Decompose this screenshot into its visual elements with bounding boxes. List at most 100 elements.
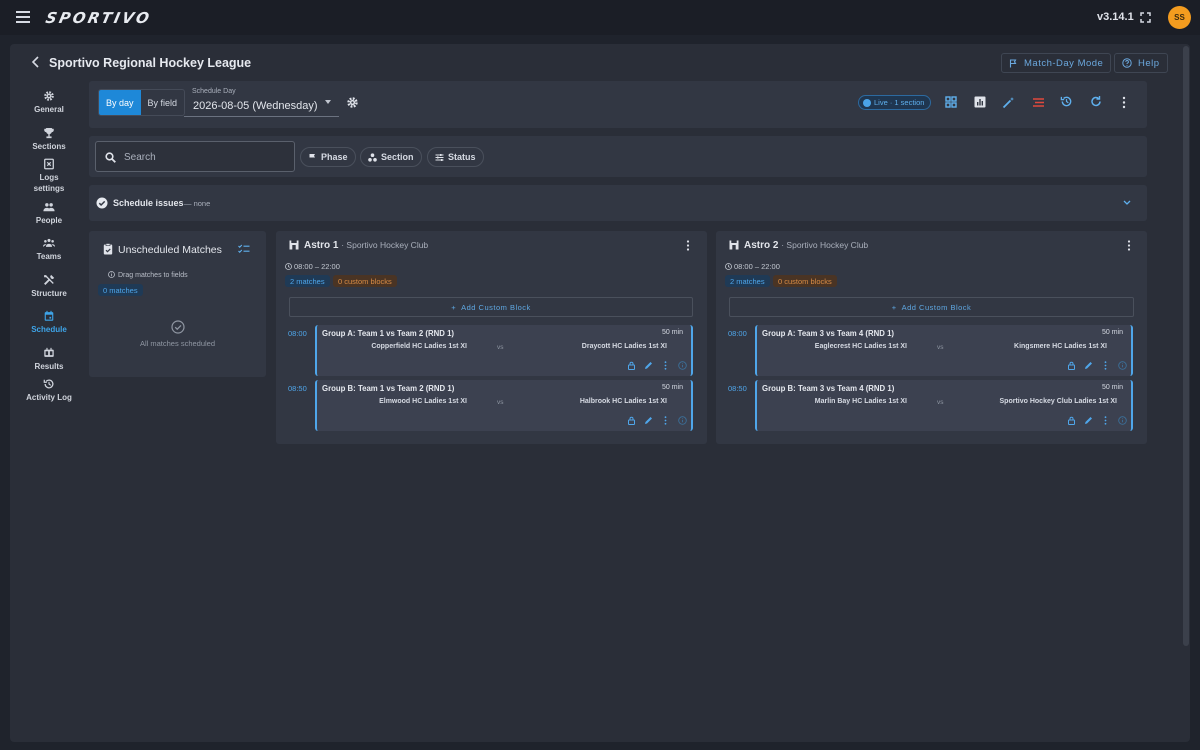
sidebar-item-label: General [34,105,64,114]
menu-icon[interactable] [16,11,30,23]
more-vert-icon[interactable] [685,240,691,251]
grid-view-icon[interactable] [945,96,957,108]
search-icon [105,152,116,163]
vs-label: vs [497,399,504,406]
add-custom-block-button[interactable]: + Add Custom Block [729,297,1134,317]
scrollbar[interactable] [1183,46,1189,646]
sidebar-item-label: Activity Log [26,393,72,402]
lock-icon[interactable] [1067,416,1076,425]
unscheduled-count-badge: 0 matches [98,284,143,296]
more-vert-icon[interactable] [1101,361,1110,370]
match-card[interactable]: Group A: Team 1 vs Team 2 (RND 1) 50 min… [315,325,693,376]
all-scheduled-text: All matches scheduled [139,339,216,348]
add-custom-block-label: Add Custom Block [461,302,531,312]
home-team: Marlin Bay HC Ladies 1st XI [814,398,907,405]
settings-gear-icon[interactable] [346,96,359,109]
sidebar-item-schedule[interactable]: Schedule [26,310,72,335]
edit-icon[interactable] [1084,416,1093,425]
user-avatar[interactable]: SS [1168,6,1191,29]
section-filter-chip[interactable]: Section [360,147,422,167]
match-card[interactable]: Group A: Team 3 vs Team 4 (RND 1) 50 min… [755,325,1133,376]
sidebar-item-teams[interactable]: Teams [26,237,72,262]
live-status-chip[interactable]: Live · 1 section [858,95,932,110]
edit-icon[interactable] [644,416,653,425]
away-team: Sportivo Hockey Club Ladies 1st XI [999,398,1117,405]
app-logo: SPORTIVO [44,9,154,27]
view-by-day-button[interactable]: By day [99,90,141,115]
logs-icon [44,158,54,170]
field-custom-blocks-badge: 0 custom blocks [333,275,397,287]
schedule-issues-summary: — none [184,199,211,208]
sidebar-item-label: People [35,216,63,225]
lock-icon[interactable] [627,416,636,425]
clock-icon [285,263,292,270]
check-circle-icon [96,197,108,209]
sidebar-item-structure[interactable]: Structure [26,274,72,299]
schedule-day-value: 2026-08-05 (Wednesday) [193,100,318,112]
add-custom-block-button[interactable]: + Add Custom Block [289,297,693,317]
live-status-label: Live · 1 section [874,98,925,107]
field-club: · Sportivo Hockey Club [341,240,429,250]
match-title: Group A: Team 3 vs Team 4 (RND 1) [762,329,894,338]
history-icon[interactable] [1060,95,1073,108]
more-vert-icon[interactable] [661,416,670,425]
sidebar-item-logs-settings[interactable]: Logs settings [26,158,72,194]
info-icon[interactable] [678,416,687,425]
sidebar-item-people[interactable]: People [26,201,72,226]
match-day-mode-button[interactable]: Match-Day Mode [1001,53,1112,73]
phase-filter-chip[interactable]: Phase [300,147,356,167]
field-name: Astro 2 [744,240,779,251]
field-club: · Sportivo Hockey Club [781,240,869,250]
schedule-day-label: Schedule Day [192,88,236,95]
edit-icon[interactable] [644,361,653,370]
schedule-issues-title: Schedule issues [113,198,184,208]
back-arrow-icon[interactable] [31,56,41,68]
info-icon [108,271,115,278]
field-title: Astro 2 · Sportivo Hockey Club [744,240,868,251]
plus-icon: + [891,302,897,312]
search-input[interactable] [124,148,284,166]
sidebar-item-label: Logs settings [33,173,65,193]
edit-icon[interactable] [1084,361,1093,370]
view-toggle: By day By field [98,89,186,116]
status-filter-chip[interactable]: Status [427,147,484,167]
sidebar-item-general[interactable]: General [26,90,72,115]
sidebar-item-results[interactable]: Results [26,347,72,372]
more-vert-icon[interactable] [1121,96,1127,109]
home-team: Elmwood HC Ladies 1st XI [379,398,467,405]
schedule-day-select[interactable]: Schedule Day 2026-08-05 (Wednesday) [184,87,339,117]
sidebar-item-sections[interactable]: Sections [26,127,72,152]
status-filter-label: Status [448,152,476,162]
field-name: Astro 1 [304,240,339,251]
more-vert-icon[interactable] [1101,416,1110,425]
refresh-icon[interactable] [1090,95,1102,108]
bar-chart-icon[interactable] [974,96,986,108]
conflicts-icon[interactable] [1032,97,1045,108]
lock-icon[interactable] [627,361,636,370]
view-by-field-button[interactable]: By field [141,90,185,115]
info-icon[interactable] [1118,361,1127,370]
match-duration: 50 min [1101,329,1123,336]
app-version: v3.14.1 [1097,11,1134,23]
help-icon [1122,58,1132,68]
schedule-issues-panel[interactable] [89,185,1147,221]
checklist-icon[interactable] [238,244,250,254]
lock-icon[interactable] [1067,361,1076,370]
magic-wand-icon[interactable] [1002,96,1015,109]
fullscreen-icon[interactable] [1140,12,1151,23]
more-vert-icon[interactable] [661,361,670,370]
match-card[interactable]: Group B: Team 1 vs Team 2 (RND 1) 50 min… [315,380,693,431]
info-icon[interactable] [678,361,687,370]
calendar-icon [44,310,54,321]
match-title: Group B: Team 3 vs Team 4 (RND 1) [762,384,895,393]
sidebar-item-activity-log[interactable]: Activity Log [26,378,72,403]
more-vert-icon[interactable] [1126,240,1132,251]
top-bar: SPORTIVO v3.14.1 SS [0,0,1200,35]
info-icon[interactable] [1118,416,1127,425]
match-card[interactable]: Group B: Team 3 vs Team 4 (RND 1) 50 min… [755,380,1133,431]
help-button[interactable]: Help [1114,53,1168,73]
field-hours-text: 08:00 – 22:00 [734,262,780,271]
search-field[interactable] [95,141,295,172]
scoreboard-icon [44,347,54,357]
chevron-down-icon[interactable] [1123,200,1131,206]
